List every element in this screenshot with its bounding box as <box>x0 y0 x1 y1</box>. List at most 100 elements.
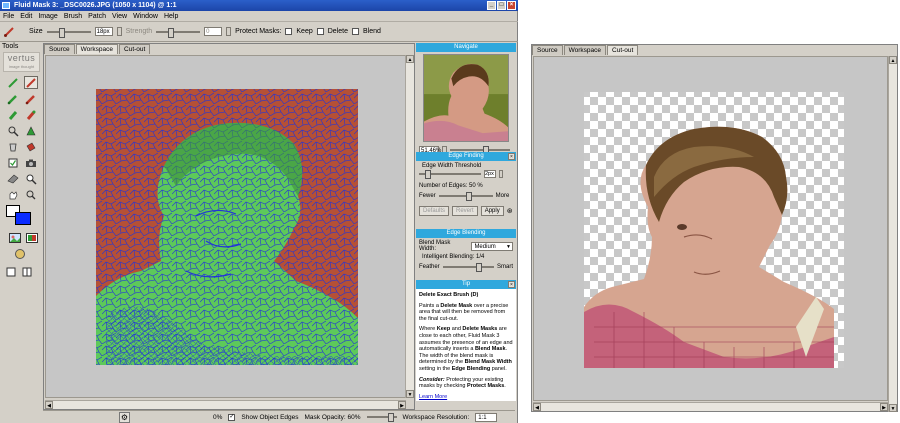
scroll-right-icon[interactable]: ▶ <box>398 401 406 409</box>
camera-icon[interactable] <box>24 156 38 169</box>
strength-spinner[interactable] <box>226 27 232 36</box>
apply-button[interactable]: Apply <box>480 206 504 216</box>
globe-icon[interactable] <box>13 247 27 260</box>
cutout-window: Source Workspace Cut-out ▲ ▼ ◀ ▶ <box>531 44 898 412</box>
scroll-down-icon[interactable]: ▼ <box>406 390 414 398</box>
size-field[interactable]: 18px <box>94 27 113 36</box>
cutout-image[interactable] <box>534 57 888 401</box>
check-icon[interactable] <box>6 156 20 169</box>
blend-checkbox[interactable] <box>351 28 359 35</box>
settings-gear-icon[interactable]: ⚙ <box>119 412 130 423</box>
scroll-up-icon[interactable]: ▲ <box>406 55 414 63</box>
color-swatches[interactable] <box>6 205 36 227</box>
size-slider[interactable] <box>46 27 91 38</box>
smart-label: Smart <box>496 264 513 270</box>
keep-brush-icon[interactable] <box>6 76 20 89</box>
menu-brush[interactable]: Brush <box>64 13 82 20</box>
workspace-tabs: Source Workspace Cut-out <box>44 44 151 54</box>
keep-local-brush-icon[interactable] <box>6 108 20 121</box>
picture-icon[interactable] <box>8 231 22 244</box>
background-color[interactable] <box>15 212 31 225</box>
tab-workspace[interactable]: Workspace <box>75 44 119 54</box>
threshold-slider[interactable] <box>419 170 481 179</box>
hand-icon[interactable] <box>6 188 20 201</box>
keep-exact-brush-icon[interactable] <box>6 92 20 105</box>
tab-cut-out[interactable]: Cut-out <box>119 44 151 54</box>
keep-label: Keep <box>296 28 313 35</box>
bucket-icon[interactable] <box>24 140 38 153</box>
learn-more-link[interactable]: Learn More <box>419 394 447 400</box>
expand-icon[interactable]: ⊛ <box>507 207 513 215</box>
menu-edit[interactable]: Edit <box>20 13 32 20</box>
edges-slider[interactable] <box>438 192 493 201</box>
size-spinner[interactable] <box>116 27 122 36</box>
workspace-vertical-scrollbar[interactable]: ▲ ▼ <box>405 55 414 398</box>
zoom-icon[interactable] <box>24 172 38 185</box>
fluid-mask-window: Fluid Mask 3: _DSC0026.JPG (1050 x 1104)… <box>0 0 518 423</box>
magnifier-icon[interactable] <box>24 188 38 201</box>
edge-blending-title: Edge Blending <box>446 230 486 236</box>
cutout-scroll-left-icon[interactable]: ◀ <box>533 403 541 411</box>
menu-window[interactable]: Window <box>133 13 158 20</box>
defaults-button[interactable]: Defaults <box>419 206 450 216</box>
cutout-tab-source[interactable]: Source <box>532 45 563 55</box>
tab-source[interactable]: Source <box>44 44 75 54</box>
mask-opacity-slider[interactable] <box>366 413 397 422</box>
show-edges-checkbox[interactable]: ✓ <box>228 413 236 421</box>
cutout-scroll-up-icon[interactable]: ▲ <box>889 56 897 64</box>
cutout-horizontal-scrollbar[interactable]: ◀ ▶ <box>533 402 888 411</box>
fill-icon[interactable] <box>6 140 20 153</box>
magnify-icon[interactable] <box>6 124 20 137</box>
mask-icon[interactable] <box>25 231 39 244</box>
resolution-label: Workspace Resolution: <box>402 413 470 421</box>
delete-brush-icon[interactable] <box>24 76 38 89</box>
navigate-title: Navigate <box>454 44 478 50</box>
blend-brush-icon[interactable] <box>24 108 38 121</box>
cutout-scroll-right-icon[interactable]: ▶ <box>880 403 888 411</box>
threshold-field[interactable]: 2px <box>484 170 496 178</box>
patch-icon[interactable] <box>24 124 38 137</box>
scroll-left-icon[interactable]: ◀ <box>45 401 53 409</box>
menu-help[interactable]: Help <box>164 13 178 20</box>
cutout-canvas[interactable] <box>533 56 888 401</box>
revert-button[interactable]: Revert <box>452 206 478 216</box>
tip-panel: Delete Exact Brush (D) Paints a Delete M… <box>416 289 516 401</box>
blend-width-select[interactable]: Medium ▼ <box>471 241 513 251</box>
size-label: Size <box>29 28 43 35</box>
blending-slider[interactable] <box>442 263 494 272</box>
menu-bar: File Edit Image Brush Patch View Window … <box>0 11 518 22</box>
keep-checkbox[interactable] <box>285 28 293 35</box>
menu-patch[interactable]: Patch <box>88 13 106 20</box>
view-single-icon[interactable] <box>4 265 18 278</box>
cutout-tab-workspace[interactable]: Workspace <box>563 45 607 55</box>
close-button[interactable]: × <box>507 1 516 10</box>
strength-slider[interactable] <box>156 27 201 38</box>
menu-view[interactable]: View <box>112 13 127 20</box>
resolution-select[interactable]: 1:1 <box>475 412 498 422</box>
tools-panel: Tools vertus image thought <box>0 43 42 423</box>
blend-width-value: Medium <box>474 243 496 250</box>
cutout-scroll-down-icon[interactable]: ▼ <box>889 404 897 412</box>
workspace-horizontal-scrollbar[interactable]: ◀ ▶ <box>45 400 406 409</box>
zoom-slider[interactable] <box>450 146 510 155</box>
workspace-image[interactable] <box>46 56 406 398</box>
eraser-icon[interactable] <box>6 172 20 185</box>
cutout-vertical-scrollbar[interactable]: ▲ ▼ <box>888 56 897 412</box>
view-split-icon[interactable] <box>20 265 34 278</box>
menu-file[interactable]: File <box>3 13 14 20</box>
minimize-button[interactable]: _ <box>487 1 496 10</box>
blend-label: Blend <box>362 28 381 35</box>
delete-checkbox[interactable] <box>316 28 324 35</box>
workspace-canvas[interactable] <box>45 55 406 398</box>
maximize-button[interactable]: □ <box>497 1 506 10</box>
menu-image[interactable]: Image <box>38 13 57 20</box>
title-bar: Fluid Mask 3: _DSC0026.JPG (1050 x 1104)… <box>0 0 518 11</box>
edge-finding-close-icon[interactable]: × <box>508 153 515 160</box>
navigator-thumbnail[interactable] <box>423 54 509 142</box>
cutout-tab-cut-out[interactable]: Cut-out <box>607 45 639 55</box>
strength-field[interactable]: 0 <box>204 27 223 36</box>
threshold-spinner[interactable] <box>499 170 503 178</box>
tip-close-icon[interactable]: × <box>508 281 515 288</box>
delete-exact-brush-icon[interactable] <box>24 92 38 105</box>
feather-label: Feather <box>419 264 440 270</box>
